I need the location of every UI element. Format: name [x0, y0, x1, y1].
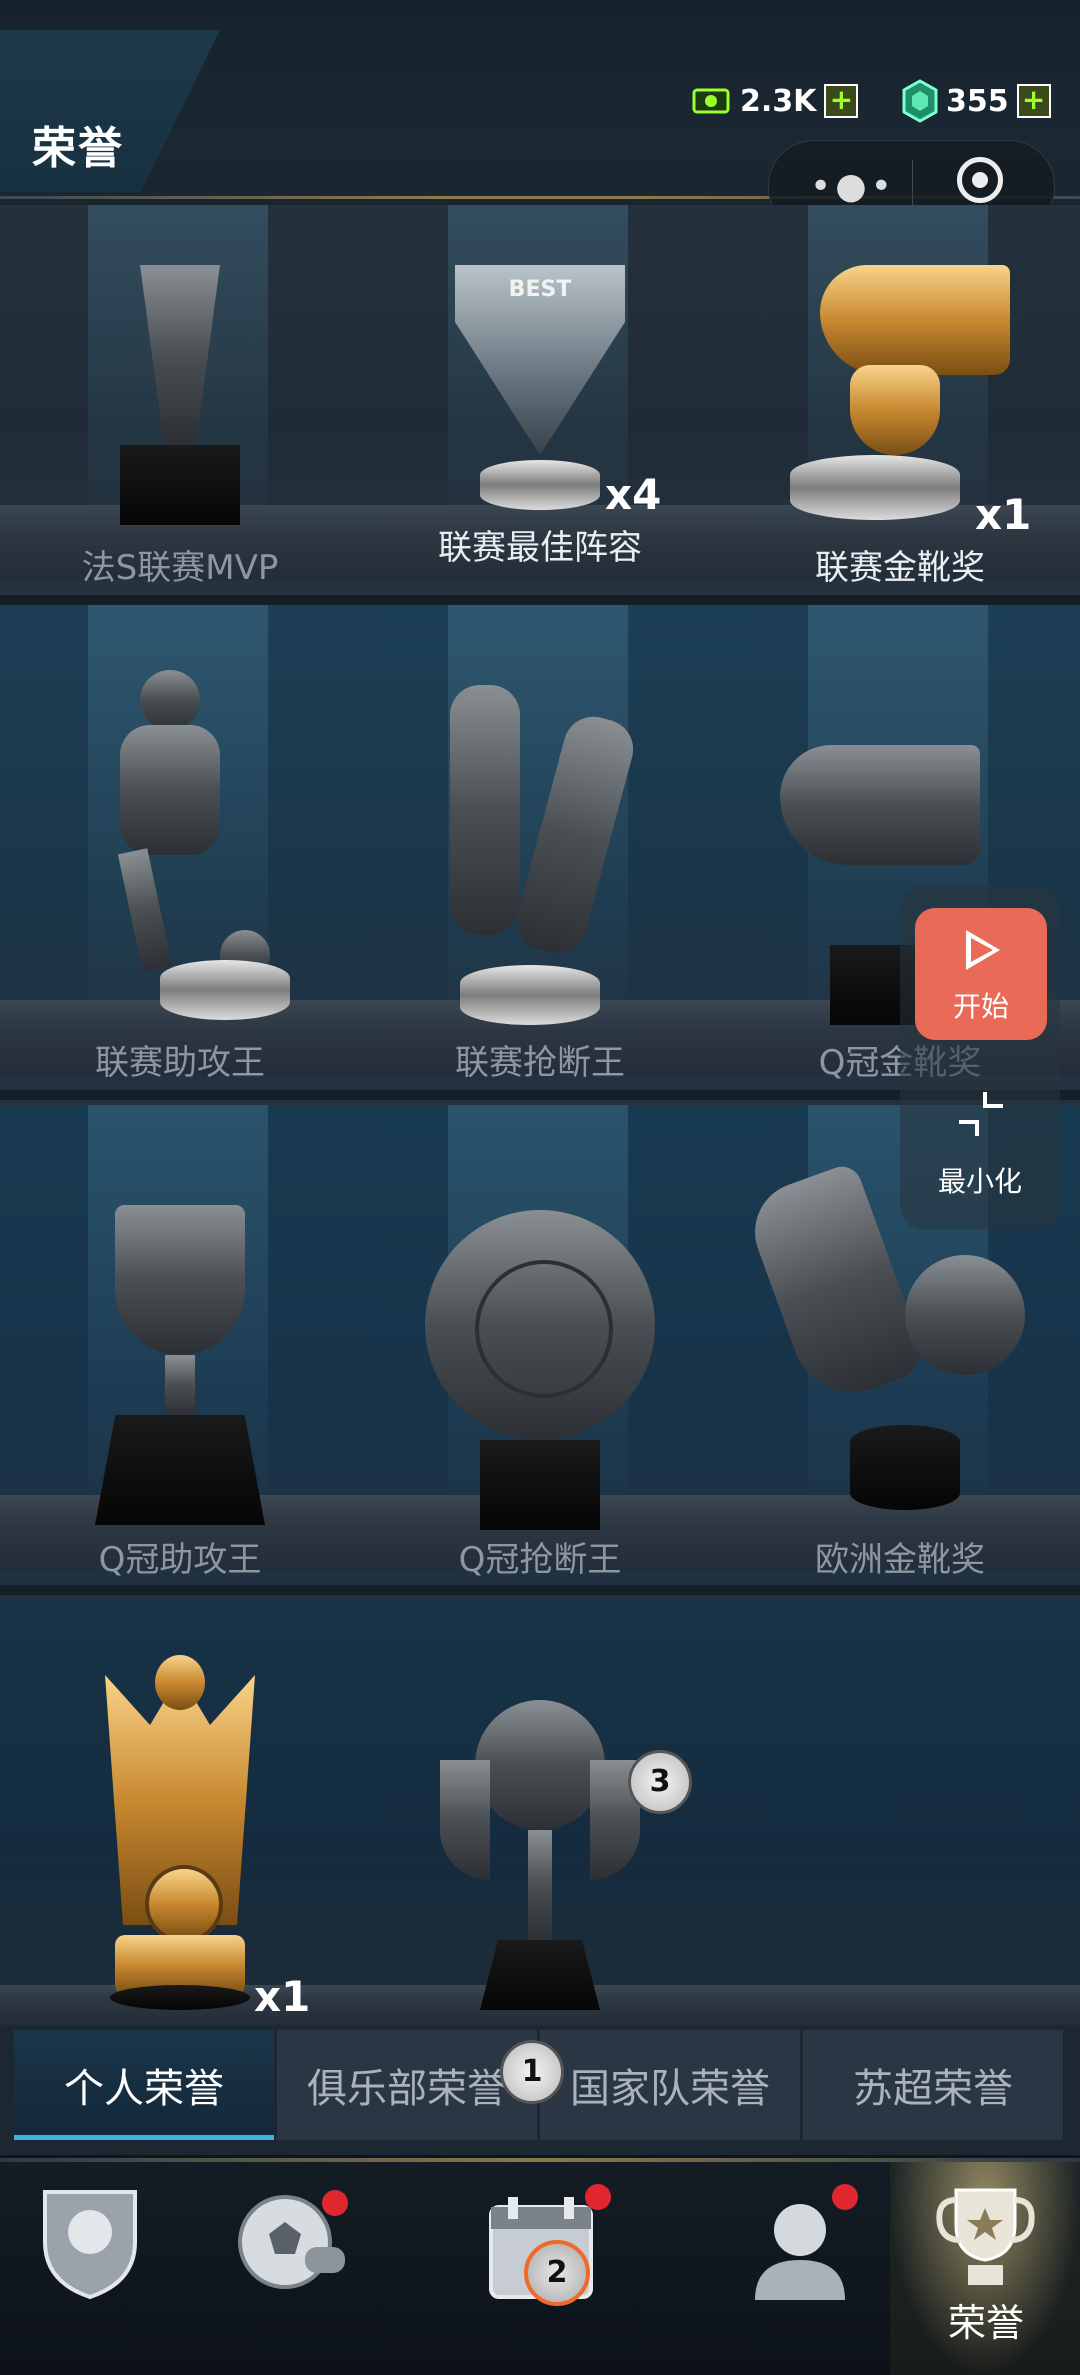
nav-honor-label: 荣誉 — [948, 2301, 1025, 2345]
tab-national-team-honor[interactable]: 国家队荣誉 — [540, 2030, 800, 2140]
trophy-label: Q冠抢断王 — [458, 1540, 622, 1580]
shelf-edge — [0, 595, 1080, 605]
step-marker: 3 — [628, 1750, 692, 1814]
trophy-label: 欧洲金靴奖 — [815, 1540, 985, 1580]
trophy-icon — [936, 2188, 1035, 2285]
notification-dot — [585, 2184, 611, 2210]
minimize-label[interactable]: 最小化 — [900, 1160, 1060, 1200]
nav-team[interactable] — [0, 2162, 200, 2375]
close-miniprogram-icon[interactable] — [957, 157, 1003, 203]
trophy-label: 联赛抢断王 — [455, 1043, 625, 1083]
trophy-label: 法S联赛MVP — [81, 548, 279, 588]
tab-club-honor[interactable]: 俱乐部荣誉 — [277, 2030, 537, 2140]
add-coins-button[interactable]: + — [824, 84, 859, 118]
trophy-league-assist-king[interactable] — [70, 670, 300, 1030]
step-marker: 1 — [500, 2040, 564, 2104]
cash-icon — [692, 88, 730, 114]
play-icon-inner — [971, 938, 993, 962]
trophy-label: 联赛金靴奖 — [815, 548, 985, 588]
trophy-golden-player[interactable] — [105, 1655, 255, 2010]
nav-match[interactable] — [210, 2162, 410, 2375]
team-badge-icon — [43, 2190, 137, 2300]
step-marker: 2 — [524, 2240, 590, 2306]
page-title: 荣誉 — [32, 123, 124, 174]
add-gems-button[interactable]: + — [1016, 84, 1051, 118]
gems-display[interactable]: 355 + — [900, 78, 1051, 124]
trophy-best-lineup[interactable]: BEST — [455, 265, 625, 515]
trophy-count: x4 — [605, 470, 662, 519]
trophy-label: 联赛助攻王 — [95, 1043, 265, 1083]
trophy-count: x1 — [254, 1972, 311, 2021]
best-engraving: BEST — [508, 277, 572, 302]
gems-amount: 355 — [946, 83, 1009, 119]
trophy-label: 联赛最佳阵容 — [438, 528, 642, 568]
shelf-edge — [0, 1585, 1080, 1595]
tab-su-super-honor[interactable]: 苏超荣誉 — [803, 2030, 1063, 2140]
tab-personal-honor[interactable]: 个人荣誉 — [14, 2030, 274, 2140]
trophy-ucl-tackle-king[interactable] — [425, 1210, 655, 1530]
more-options-icon[interactable]: •●• — [810, 166, 896, 207]
notification-dot — [322, 2190, 348, 2216]
gem-icon — [902, 79, 938, 123]
trophy-count: x1 — [975, 490, 1032, 539]
start-label: 开始 — [952, 990, 1009, 1023]
trophy-ucl-assist-king[interactable] — [95, 1205, 265, 1525]
trophy-ball-award[interactable] — [440, 1700, 640, 2010]
nav-player[interactable] — [700, 2162, 900, 2375]
trophy-label: Q冠助攻王 — [98, 1540, 262, 1580]
minimize-icon[interactable] — [955, 1088, 1007, 1140]
notification-dot — [832, 2184, 858, 2210]
trophy-league-mvp[interactable] — [120, 265, 240, 525]
coins-display[interactable]: 2.3K + — [692, 78, 859, 124]
coins-amount: 2.3K — [740, 83, 817, 119]
trophy-league-tackle-king[interactable] — [420, 685, 650, 1030]
